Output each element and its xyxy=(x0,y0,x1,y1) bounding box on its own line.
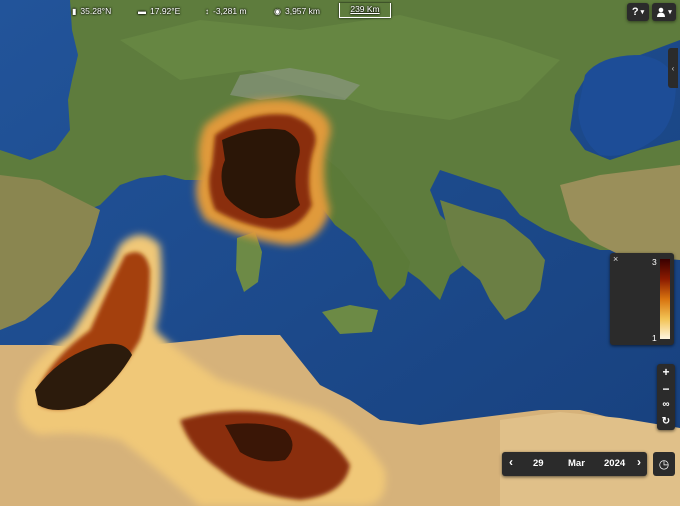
user-menu-button[interactable]: ▾ xyxy=(652,3,676,21)
eye-icon: ◉ xyxy=(274,6,281,16)
color-legend: × 3 1 xyxy=(610,253,674,345)
legend-close-icon[interactable]: × xyxy=(613,254,618,264)
latitude-icon: ▮ xyxy=(72,6,77,16)
legend-color-bar xyxy=(660,259,670,339)
distance-readout: ◉ 3,957 km xyxy=(274,6,320,16)
elevation-value: -3,281 m xyxy=(213,6,247,16)
elevation-icon: ↕ xyxy=(205,6,209,16)
chevron-left-icon: ‹ xyxy=(671,63,675,73)
latitude-readout: ▮ 35.28°N xyxy=(72,6,111,16)
chevron-down-icon: ▾ xyxy=(640,9,645,16)
zoom-in-button[interactable]: + xyxy=(657,364,675,381)
prev-date-button[interactable]: ‹ xyxy=(509,455,513,469)
date-selector: ‹ 29 Mar 2024 › xyxy=(502,452,647,476)
user-icon xyxy=(657,7,666,17)
dust-plume-alps xyxy=(196,99,331,246)
date-day[interactable]: 29 xyxy=(533,458,544,469)
satellite-map[interactable] xyxy=(0,0,680,506)
zoom-out-button[interactable]: − xyxy=(657,381,675,398)
date-month[interactable]: Mar xyxy=(568,458,585,469)
chevron-down-icon: ▾ xyxy=(668,9,672,16)
link-icon[interactable]: ∞ xyxy=(657,397,675,414)
help-button[interactable]: ? ▾ xyxy=(627,3,649,21)
scale-label: 239 Km xyxy=(350,4,380,14)
date-year[interactable]: 2024 xyxy=(604,458,625,469)
reset-view-icon[interactable]: ↻ xyxy=(657,414,675,431)
legend-max-label: 3 xyxy=(652,257,657,267)
latitude-value: 35.28°N xyxy=(80,6,112,16)
clock-icon: ◷ xyxy=(658,457,670,471)
distance-value: 3,957 km xyxy=(284,6,320,16)
time-button[interactable]: ◷ xyxy=(653,452,675,476)
elevation-readout: ↕ -3,281 m xyxy=(205,6,247,16)
longitude-icon: ▬ xyxy=(138,6,146,16)
side-panel-handle[interactable]: ‹ xyxy=(668,48,678,88)
legend-min-label: 1 xyxy=(652,333,657,343)
longitude-readout: ▬ 17.92°E xyxy=(138,6,180,16)
coordinate-readout: ▮ 35.28°N ▬ 17.92°E ↕ -3,281 m ◉ 3,957 k… xyxy=(0,0,680,22)
zoom-controls: + − ∞ ↻ xyxy=(657,364,675,430)
longitude-value: 17.92°E xyxy=(150,6,181,16)
scale-bar: 239 Km xyxy=(339,3,391,18)
help-icon: ? xyxy=(631,6,639,18)
next-date-button[interactable]: › xyxy=(637,455,641,469)
